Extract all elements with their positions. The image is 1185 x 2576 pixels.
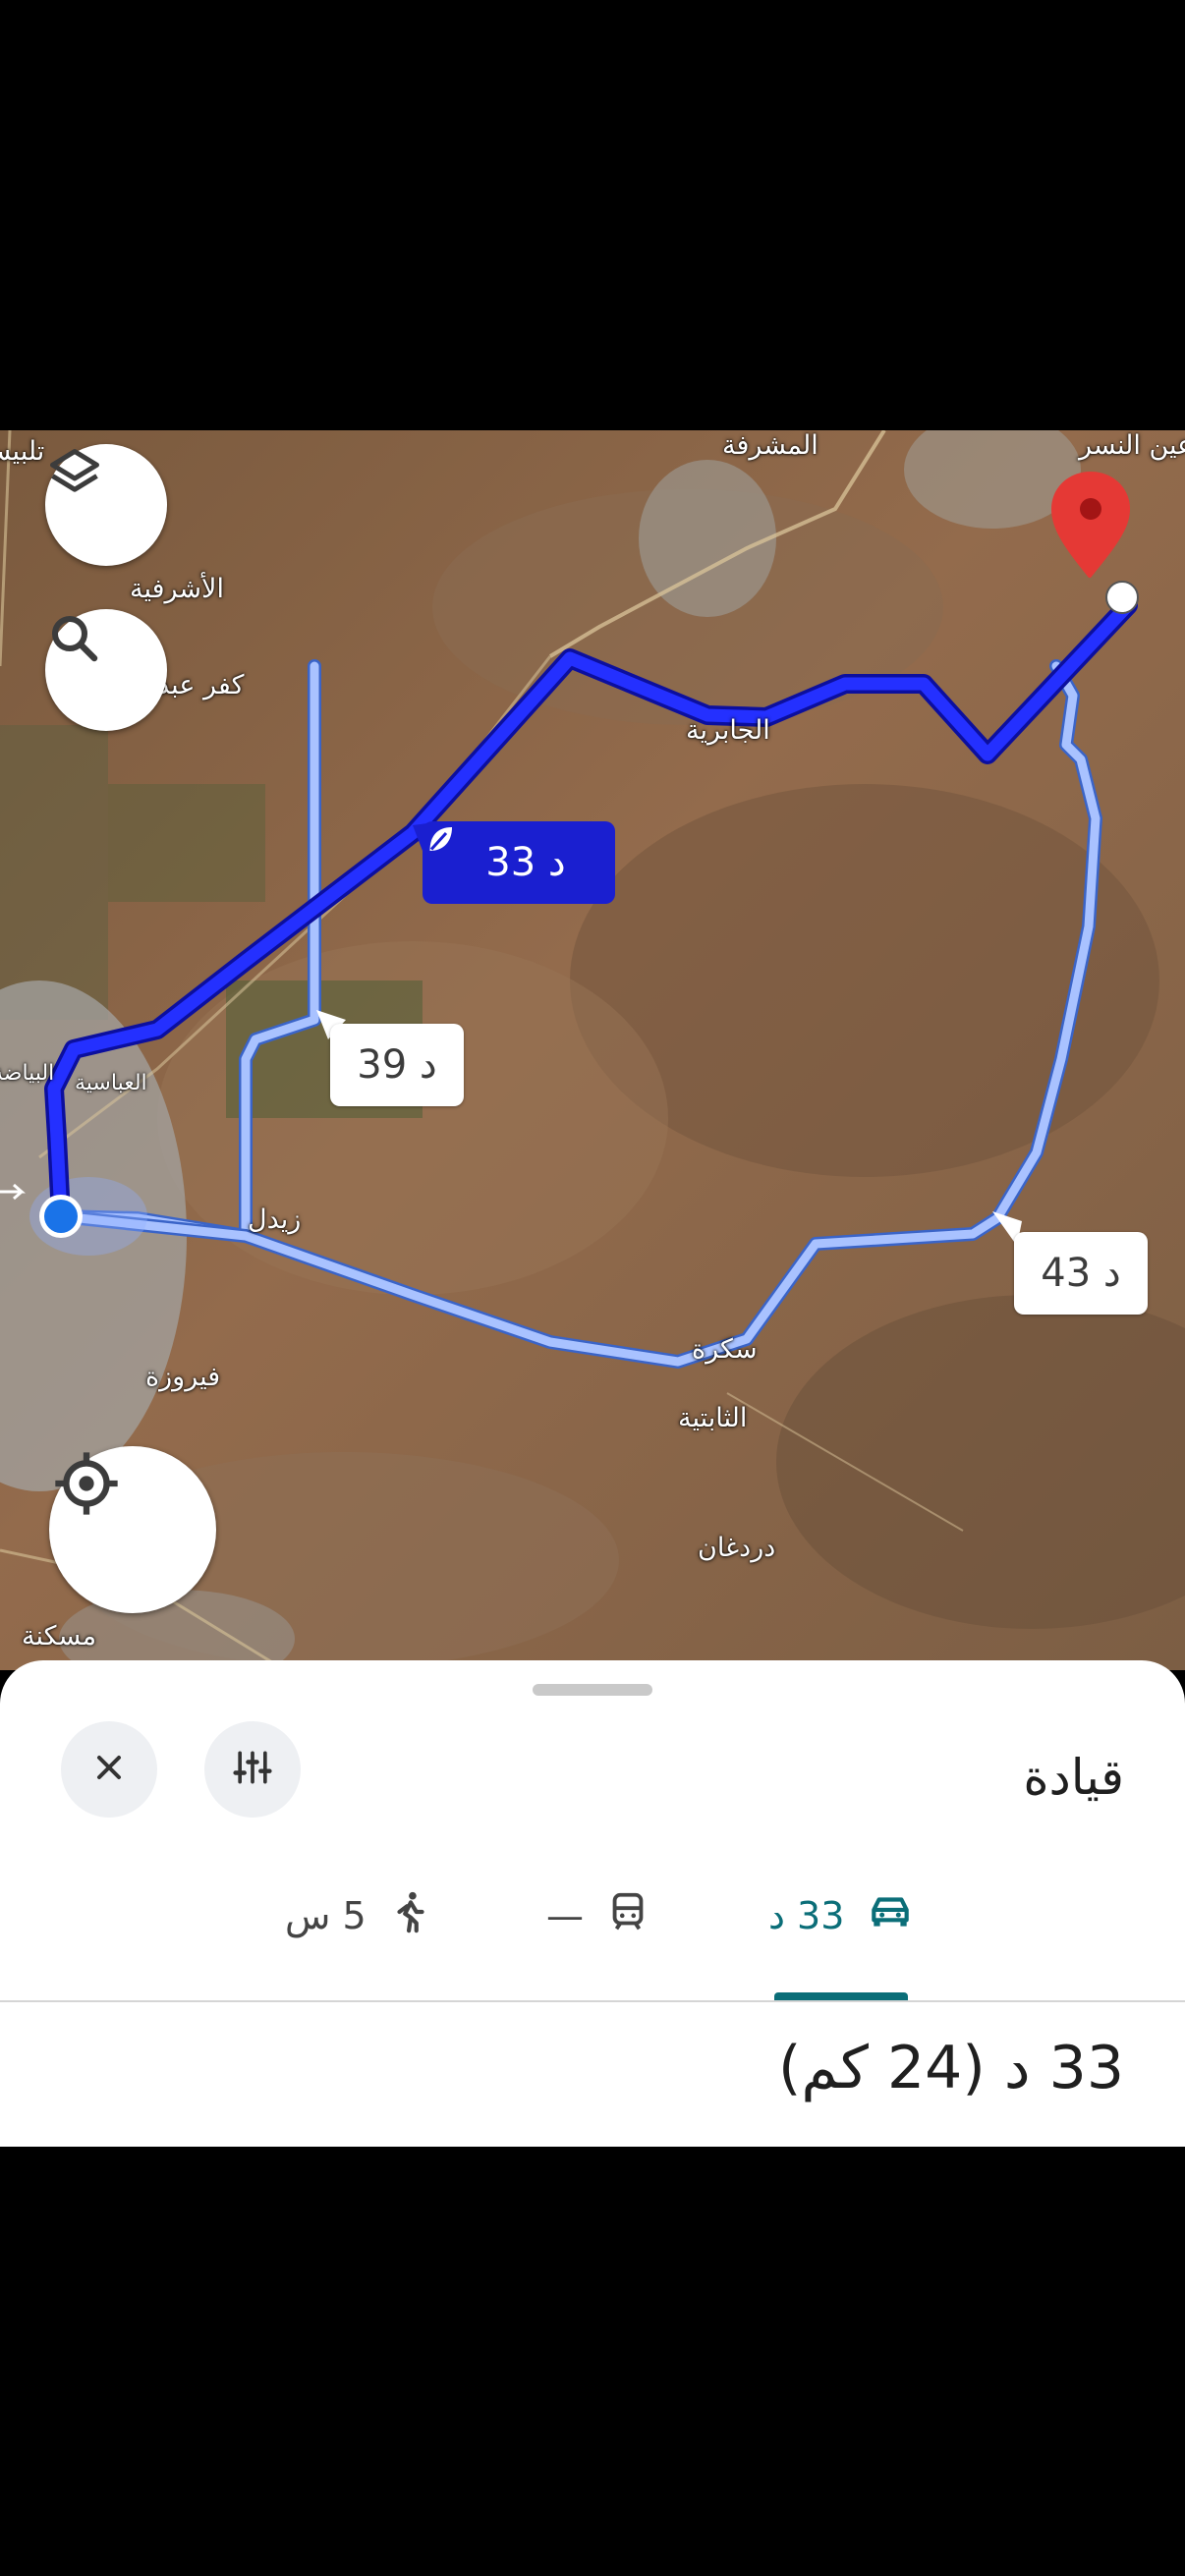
place-label: تلبيسة: [0, 436, 45, 467]
bottom-black-band: [0, 2147, 1185, 2576]
field-patch: [108, 784, 265, 902]
walk-icon: [388, 1887, 433, 1945]
field-patch: [0, 725, 108, 1020]
route-primary-callout[interactable]: 33 د: [423, 821, 615, 904]
layers-button[interactable]: [45, 444, 167, 566]
transit-duration: —: [546, 1894, 584, 1937]
tab-transit[interactable]: —: [546, 1886, 650, 1945]
place-label: سكرة: [692, 1334, 758, 1365]
satellite-map[interactable]: المشرفة عين النسر تلبيسة الأشرفية كفر عب…: [0, 430, 1185, 1670]
route-alt-39-duration: 39 د: [357, 1042, 437, 1088]
close-button[interactable]: [61, 1721, 157, 1818]
place-label: الجابرية: [686, 715, 770, 746]
sheet-drag-handle[interactable]: [533, 1684, 652, 1696]
place-label: العباسية: [75, 1071, 147, 1095]
route-alt-39-callout[interactable]: 39 د: [330, 1024, 464, 1106]
train-icon: [605, 1889, 650, 1943]
search-button[interactable]: [45, 609, 167, 731]
close-icon: [89, 1748, 129, 1791]
place-label: كفر عبد: [157, 670, 245, 700]
car-icon: [866, 1887, 915, 1945]
route-alt-43-duration: 43 د: [1041, 1251, 1121, 1296]
place-label: الثابتية: [678, 1403, 748, 1433]
walk-duration: 5 س: [285, 1894, 367, 1937]
route-summary: 33 د (24 كم): [778, 2034, 1124, 2102]
place-label: فيروزة: [145, 1362, 221, 1392]
tab-drive[interactable]: 33 د: [768, 1886, 915, 1945]
place-label: عين النسر: [1079, 430, 1185, 461]
origin-marker[interactable]: [39, 1195, 83, 1238]
drive-duration: 33 د: [768, 1894, 845, 1937]
route-alt-43-callout[interactable]: 43 د: [1014, 1232, 1148, 1315]
tune-icon: [231, 1746, 274, 1793]
directions-sheet[interactable]: قيادة 33 د — 5 س 33 د (24 كم): [0, 1660, 1185, 2147]
place-label: الأشرفية: [130, 574, 224, 604]
place-label: مسكنة: [22, 1621, 97, 1652]
place-label: زيدل: [248, 1204, 302, 1235]
route-options-button[interactable]: [204, 1721, 301, 1818]
sheet-title: قيادة: [1023, 1749, 1124, 1806]
selected-tab-indicator: [774, 1992, 908, 2000]
my-location-button[interactable]: [49, 1446, 216, 1613]
route-primary-duration: 33 د: [485, 840, 566, 885]
place-label: المشرفة: [722, 430, 818, 461]
tab-walk[interactable]: 5 س: [285, 1886, 433, 1945]
place-label: البياضة: [0, 1061, 55, 1086]
place-label: دردغان: [698, 1533, 776, 1563]
tabs-divider: [0, 2000, 1185, 2002]
top-black-band: [0, 0, 1185, 430]
